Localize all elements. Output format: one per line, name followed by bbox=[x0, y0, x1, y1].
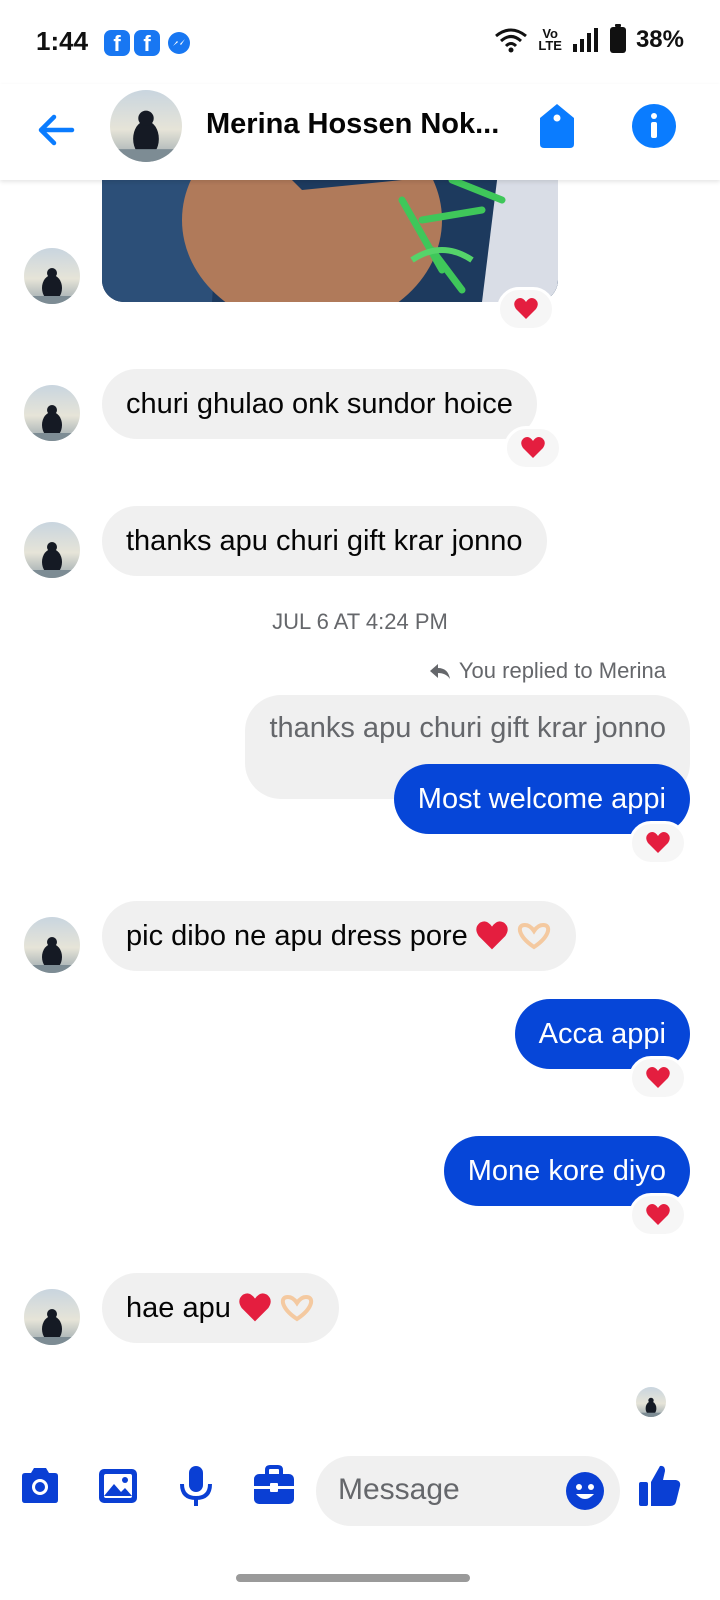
info-icon[interactable] bbox=[632, 104, 676, 148]
message-input[interactable]: Message bbox=[316, 1456, 620, 1526]
back-arrow-icon[interactable] bbox=[32, 106, 80, 154]
message-placeholder: Message bbox=[338, 1473, 460, 1506]
contact-avatar[interactable] bbox=[110, 90, 182, 162]
emoji-icon[interactable] bbox=[566, 1472, 604, 1510]
camera-icon[interactable] bbox=[16, 1462, 64, 1510]
incoming-message[interactable]: thanks apu churi gift krar jonno bbox=[102, 506, 547, 576]
heart-reaction[interactable] bbox=[629, 1193, 687, 1237]
mic-icon[interactable] bbox=[172, 1462, 220, 1510]
contact-avatar-small[interactable] bbox=[24, 917, 80, 973]
tag-icon[interactable] bbox=[536, 102, 578, 150]
heart-emoji-icon bbox=[476, 921, 508, 950]
image-icon[interactable] bbox=[94, 1462, 142, 1510]
heart-reaction[interactable] bbox=[504, 426, 562, 470]
timestamp: JUL 6 AT 4:24 PM bbox=[272, 609, 448, 634]
photo-message[interactable] bbox=[102, 180, 558, 302]
seen-avatar bbox=[636, 1387, 666, 1417]
incoming-message[interactable]: churi ghulao onk sundor hoice bbox=[102, 369, 537, 439]
heart-emoji-icon bbox=[239, 1293, 271, 1322]
message-list[interactable]: churi ghulao onk sundor hoice thanks apu… bbox=[0, 180, 720, 1440]
briefcase-icon[interactable] bbox=[250, 1462, 298, 1510]
battery-percent: 38% bbox=[635, 26, 684, 53]
conversation-header: Merina Hossen Nok... bbox=[0, 84, 720, 180]
contact-avatar-small[interactable] bbox=[24, 522, 80, 578]
contact-name[interactable]: Merina Hossen Nok... bbox=[206, 108, 499, 141]
status-bar: 1:44 f f Vo LTE 38% bbox=[0, 0, 720, 84]
incoming-message[interactable]: hae apu bbox=[102, 1273, 339, 1343]
composer-bar: Message bbox=[0, 1444, 720, 1544]
battery-icon bbox=[609, 24, 626, 53]
contact-avatar-small[interactable] bbox=[24, 1289, 80, 1345]
contact-avatar-small[interactable] bbox=[24, 385, 80, 441]
wifi-icon bbox=[495, 28, 528, 53]
reply-label: You replied to Merina bbox=[429, 658, 666, 684]
heart-reaction[interactable] bbox=[629, 821, 687, 865]
thumbs-up-icon[interactable] bbox=[636, 1462, 684, 1510]
contact-avatar-small[interactable] bbox=[24, 248, 80, 304]
messenger-icon bbox=[168, 32, 190, 54]
status-time: 1:44 bbox=[36, 26, 89, 56]
facebook-icon: f bbox=[134, 30, 160, 56]
heart-hands-emoji-icon bbox=[517, 922, 550, 950]
reply-icon bbox=[429, 664, 450, 679]
incoming-message[interactable]: pic dibo ne apu dress pore bbox=[102, 901, 576, 971]
home-indicator[interactable] bbox=[236, 1574, 470, 1582]
heart-reaction[interactable] bbox=[629, 1056, 687, 1100]
facebook-icon: f bbox=[104, 30, 130, 56]
volte-indicator: Vo LTE bbox=[538, 26, 562, 53]
heart-reaction[interactable] bbox=[497, 287, 555, 331]
heart-hands-emoji-icon bbox=[280, 1294, 313, 1322]
signal-icon bbox=[572, 28, 598, 52]
